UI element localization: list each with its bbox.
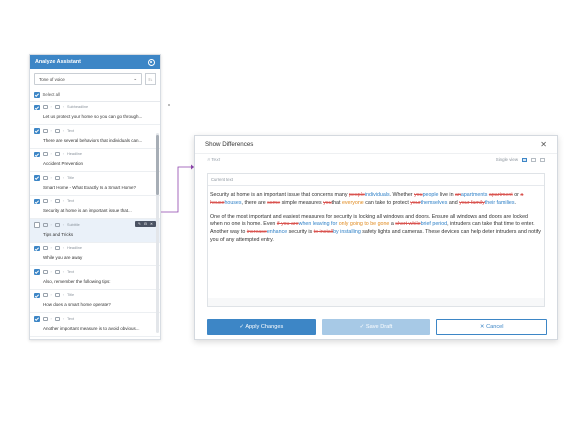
diff-paragraph-2: One of the most important and easiest me…	[210, 213, 541, 243]
dialog-title: Show Differences	[205, 141, 254, 148]
view-label: Single view	[495, 157, 518, 162]
apply-changes-button[interactable]: ✓ Apply Changes	[207, 319, 316, 335]
text-type-label: ⌗ Text	[207, 157, 220, 163]
dialog-header: Show Differences ✕	[195, 136, 557, 154]
current-text-label: Current text	[208, 174, 544, 186]
save-draft-button[interactable]: ✓ Save Draft	[321, 319, 431, 335]
dialog-footer: ✓ Apply Changes ✓ Save Draft ✕ Cancel	[207, 319, 548, 335]
screen: Analyze Assistant Tone of voice ⌄ ≡↓ Sel…	[0, 0, 568, 426]
diff-paragraph-1: Security at home is an important issue t…	[210, 192, 524, 206]
single-view-icon[interactable]	[522, 157, 527, 162]
cancel-button[interactable]: ✕ Cancel	[436, 319, 548, 335]
diff-text: Security at home is an important issue t…	[208, 186, 544, 298]
diff-content-box: Current text Security at home is an impo…	[207, 173, 545, 307]
compare-view-icon[interactable]	[540, 157, 545, 162]
close-icon[interactable]: ✕	[540, 140, 547, 149]
split-view-icon[interactable]	[531, 157, 536, 162]
show-differences-dialog: Show Differences ✕ ⌗ Text Single view Cu…	[194, 135, 558, 340]
dialog-subheader: ⌗ Text Single view	[195, 154, 557, 165]
view-selector: Single view	[496, 157, 545, 162]
text-type-value: Text	[211, 157, 220, 163]
